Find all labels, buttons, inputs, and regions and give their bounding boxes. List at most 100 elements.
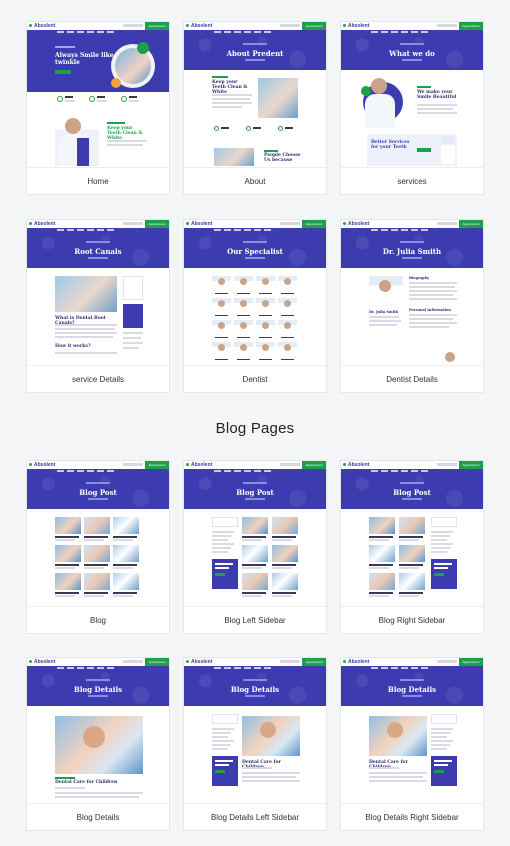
hero-title: Blog Details <box>387 685 437 694</box>
services-subheading-2: Better Services for your Teeth <box>371 140 410 150</box>
page-card-service-details[interactable]: Absolent Appointment Root Canals What is … <box>26 219 170 393</box>
blog-meta-line <box>242 595 262 597</box>
blog-title-line <box>272 564 296 566</box>
page-caption: About <box>184 167 326 194</box>
blog-thumb <box>369 573 395 590</box>
blog-thumb <box>113 517 139 534</box>
blog-thumb <box>272 545 298 562</box>
logo: Absolent <box>191 462 213 468</box>
appointment-button: Appointment <box>302 220 326 228</box>
page-preview: Absolent Appointment What we do We make y… <box>341 22 483 166</box>
blog-meta-line <box>242 567 262 569</box>
page-preview: Absolent Appointment Always Smile like tw… <box>27 22 169 166</box>
dentist-name-line <box>237 315 250 316</box>
sidebar-promo-line <box>434 764 448 766</box>
page-preview: Absolent Appointment Dr. Julia Smith Dr. … <box>341 220 483 364</box>
hero-title: About Predent <box>226 49 284 58</box>
page-card-blog-details[interactable]: Absolent Appointment Blog Details Dental … <box>26 657 170 831</box>
sidebar-promo-line <box>215 567 229 569</box>
blog-title-line <box>242 536 266 538</box>
dentist-face <box>262 322 269 329</box>
blog-title-line <box>369 592 393 594</box>
logo: Absolent <box>34 23 56 29</box>
page-card-blog-details-right-sidebar[interactable]: Absolent Appointment Blog Details Dental … <box>340 657 484 831</box>
blog-meta-line <box>272 539 292 541</box>
blog-meta-line <box>369 595 389 597</box>
blog-title-line <box>84 536 108 538</box>
dentist-name-line <box>281 337 294 338</box>
blog-thumb <box>399 545 425 562</box>
home-hero-title: Always Smile like twinkle <box>55 52 114 66</box>
appointment-button: Appointment <box>145 658 169 666</box>
blog-title-line <box>272 592 296 594</box>
dentist-name-line <box>259 359 272 360</box>
page-card-blog-details-left-sidebar[interactable]: Absolent Appointment Blog Details Dental … <box>183 657 327 831</box>
dentist-name-line <box>259 293 272 294</box>
dentist-name-line <box>237 293 250 294</box>
page-card-about[interactable]: Absolent Appointment About Predent Keep y… <box>183 21 327 195</box>
hero-title: Dr. Julia Smith <box>382 247 442 256</box>
hero-title: Blog Details <box>230 685 280 694</box>
page-card-blog[interactable]: Absolent Appointment Blog Post Blog <box>26 460 170 634</box>
sidebar-search <box>431 517 457 527</box>
blog-title-line <box>399 592 423 594</box>
blog-meta-line <box>113 595 133 597</box>
blog-thumb <box>113 545 139 562</box>
blog-thumb <box>84 517 110 534</box>
blog-thumb <box>113 573 139 590</box>
blog-meta-line <box>84 595 104 597</box>
page-card-dentist[interactable]: Absolent Appointment Our Specialist Denti… <box>183 219 327 393</box>
appointment-button: Appointment <box>302 22 326 30</box>
blog-details-title: Dental Care for Children <box>55 780 118 785</box>
blog-title-line <box>369 564 393 566</box>
sidebar-promo-line <box>434 760 452 762</box>
blog-meta-line <box>84 567 104 569</box>
blog-meta-line <box>113 539 133 541</box>
blog-title-line <box>399 564 423 566</box>
blog-meta-line <box>55 539 75 541</box>
page-card-blog-right-sidebar[interactable]: Absolent Appointment Blog Post Blog Right… <box>340 460 484 634</box>
page-caption: Dentist Details <box>341 365 483 392</box>
hero-title: Root Canals <box>74 247 122 256</box>
sidebar-promo-button <box>434 770 444 773</box>
dentist-face <box>284 300 291 307</box>
sidebar-link <box>212 736 228 738</box>
page-caption: services <box>341 167 483 194</box>
sidebar-link <box>431 740 453 742</box>
dentist-name-line <box>215 337 228 338</box>
blog-meta-line <box>242 539 262 541</box>
dentist-face <box>284 344 291 351</box>
page-preview: Absolent Appointment Blog Details Dental … <box>184 658 326 802</box>
blog-thumb <box>55 517 81 534</box>
dentist-name-line <box>215 293 228 294</box>
home-subheading: Keep your Teeth Clean & White <box>107 126 143 141</box>
logo: Absolent <box>348 659 370 665</box>
page-caption: Blog Right Sidebar <box>341 606 483 633</box>
page-caption: Blog <box>27 606 169 633</box>
dentist-name: Dr. Julia Smith <box>369 310 399 314</box>
blog-thumb <box>84 573 110 590</box>
page-card-dentist-details[interactable]: Absolent Appointment Dr. Julia Smith Dr. … <box>340 219 484 393</box>
blog-meta-line <box>369 567 389 569</box>
page-card-home[interactable]: Absolent Appointment Always Smile like tw… <box>26 21 170 195</box>
blog-meta-line <box>399 539 419 541</box>
dentist-name-line <box>281 315 294 316</box>
page-card-blog-left-sidebar[interactable]: Absolent Appointment Blog Post Blog Left … <box>183 460 327 634</box>
blog-title-line <box>113 564 137 566</box>
logo: Absolent <box>34 462 56 468</box>
appointment-button: Appointment <box>459 461 483 469</box>
page-card-services[interactable]: Absolent Appointment What we do We make y… <box>340 21 484 195</box>
blog-thumb <box>55 573 81 590</box>
sidebar-link <box>431 736 447 738</box>
sidebar-promo-line <box>215 563 233 565</box>
dentist-face <box>218 344 225 351</box>
blog-thumb <box>369 545 395 562</box>
dentist-face <box>284 278 291 285</box>
logo: Absolent <box>348 462 370 468</box>
blog-thumb <box>272 517 298 534</box>
page-caption: service Details <box>27 365 169 392</box>
sidebar-link <box>212 539 228 541</box>
dentist-face <box>240 344 247 351</box>
page-preview: Absolent Appointment Our Specialist <box>184 220 326 364</box>
logo: Absolent <box>34 221 56 227</box>
